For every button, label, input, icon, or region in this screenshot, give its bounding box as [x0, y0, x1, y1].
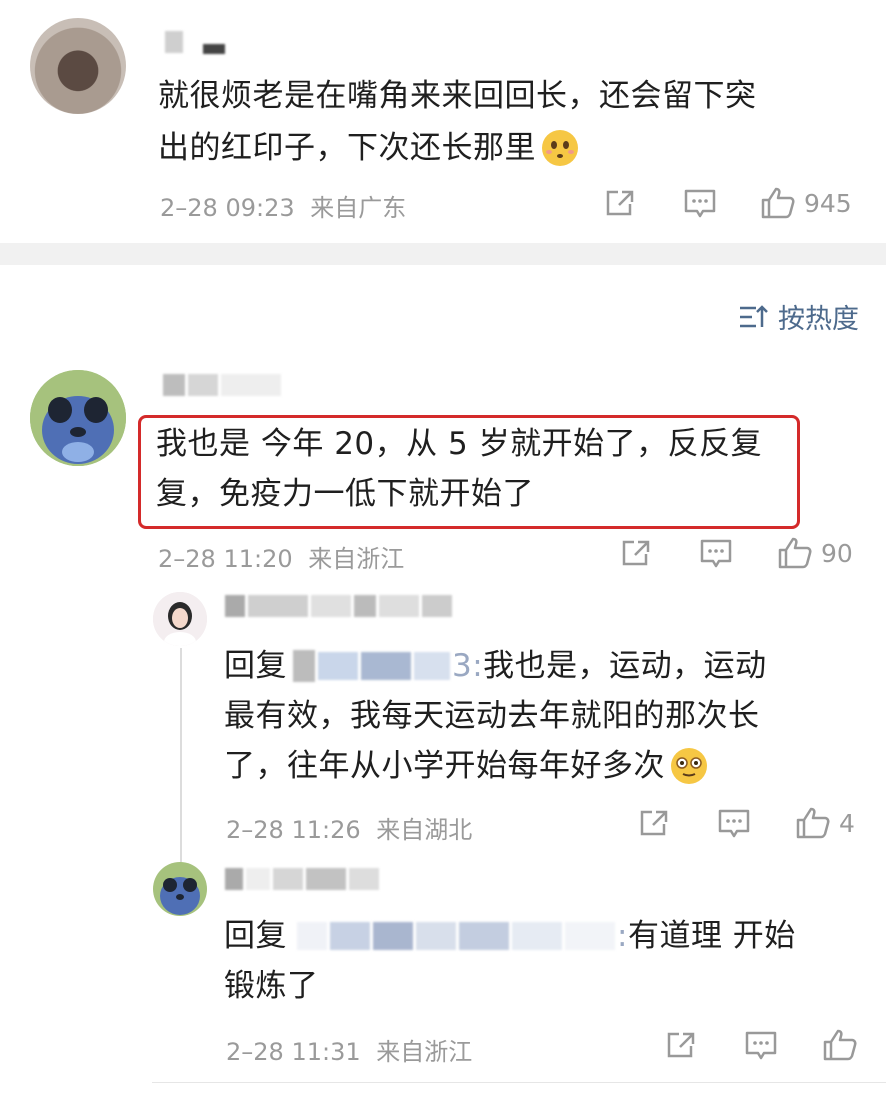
reply-prefix: 回复: [224, 918, 287, 954]
emoji-icon: [669, 746, 709, 786]
share-button[interactable]: [620, 538, 652, 568]
like-count: 945: [804, 188, 852, 218]
comment-text-line: 就很烦老是在嘴角来来回回长，还会留下突: [158, 78, 757, 114]
share-button[interactable]: [638, 808, 670, 838]
comment-date: 2–28 09:23: [160, 194, 295, 222]
comment-location: 来自浙江: [308, 545, 405, 573]
share-icon: [622, 540, 650, 566]
reply-text-line: 有道理 开始: [627, 918, 796, 954]
like-icon: [823, 1029, 857, 1061]
comment-icon: [684, 189, 716, 218]
like-count: 4: [839, 808, 855, 838]
reply-text-line: 了，往年从小学开始每年好多次: [224, 748, 665, 784]
avatar[interactable]: [30, 370, 126, 466]
reply-text-line: 最有效，我每天运动去年就阳的那次长: [224, 698, 760, 734]
reply-mention-tail: :: [617, 918, 628, 954]
avatar[interactable]: [30, 18, 126, 114]
bottom-divider: [152, 1082, 886, 1083]
like-icon: [796, 807, 830, 839]
comment-icon: [745, 1031, 777, 1060]
username-mosaic[interactable]: [225, 595, 452, 617]
sort-label: 按热度: [778, 304, 859, 335]
thread-line: [180, 648, 182, 870]
avatar[interactable]: [153, 862, 207, 916]
like-button[interactable]: 945: [760, 186, 852, 220]
share-icon: [606, 190, 634, 216]
avatar[interactable]: [153, 592, 207, 646]
username-mosaic[interactable]: [225, 868, 379, 890]
like-icon: [761, 187, 795, 219]
username-mosaic[interactable]: [163, 374, 281, 396]
emoji-icon: [540, 128, 580, 168]
comment-icon: [700, 539, 732, 568]
like-button[interactable]: 4: [795, 806, 855, 840]
like-icon: [778, 537, 812, 569]
reply-location: 来自浙江: [376, 1038, 473, 1066]
sort-icon: [740, 304, 768, 327]
share-button[interactable]: [665, 1030, 697, 1060]
comment-text-line: 出的红印子，下次还长那里: [158, 130, 536, 166]
comment-button[interactable]: [717, 808, 751, 840]
reply-meta: 2–28 11:31 来自浙江: [226, 1032, 472, 1067]
reply-mention-tail: 3:: [452, 648, 484, 684]
comment-location: 来自广东: [310, 194, 407, 222]
reply-location: 来自湖北: [376, 816, 473, 844]
share-icon: [667, 1032, 695, 1058]
reply-prefix: 回复: [224, 648, 287, 684]
reply-text-line: 锻炼了: [224, 968, 319, 1004]
reply-text: 回复 : 有道理 开始: [224, 910, 796, 962]
comment-text-line-wrap: 出的红印子，下次还长那里: [158, 122, 580, 174]
like-count: 90: [821, 538, 853, 568]
reply-text-line-wrap: 了，往年从小学开始每年好多次: [224, 740, 709, 792]
like-button[interactable]: [822, 1028, 866, 1062]
comment-date: 2–28 11:20: [158, 545, 293, 573]
share-button[interactable]: [604, 188, 636, 218]
sort-button[interactable]: 按热度: [738, 297, 859, 336]
section-divider: [0, 243, 886, 265]
comment-meta: 2–28 09:23 来自广东: [160, 188, 406, 223]
username-mosaic[interactable]: [165, 30, 225, 54]
reply-date: 2–28 11:26: [226, 816, 361, 844]
comment-button[interactable]: [744, 1030, 778, 1062]
like-button[interactable]: 90: [777, 536, 853, 570]
reply-date: 2–28 11:31: [226, 1038, 361, 1066]
comment-button[interactable]: [699, 538, 733, 570]
comment-button[interactable]: [683, 188, 717, 220]
share-icon: [640, 810, 668, 836]
reply-text-line: 我也是，运动，运动: [483, 648, 767, 684]
comment-meta: 2–28 11:20 来自浙江: [158, 539, 404, 574]
reply-mention-mosaic[interactable]: [297, 922, 615, 950]
reply-mention-mosaic[interactable]: [293, 650, 450, 682]
comment-text-line: 复，免疫力一低下就开始了: [156, 476, 534, 512]
reply-meta: 2–28 11:26 来自湖北: [226, 810, 472, 845]
reply-text: 回复 3: 我也是，运动，运动: [224, 640, 767, 692]
comment-text-line: 我也是 今年 20，从 5 岁就开始了，反反复: [156, 426, 763, 462]
comment-icon: [718, 809, 750, 838]
